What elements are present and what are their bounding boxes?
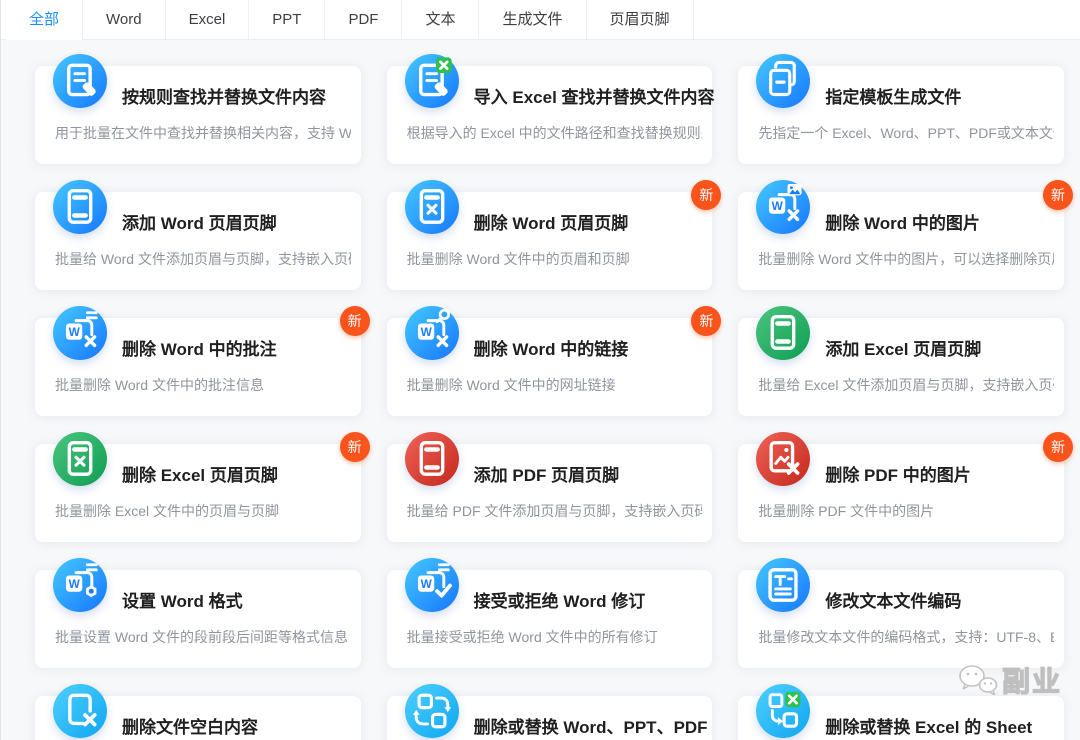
tool-description: 批量修改文本文件的编码格式，支持：UTF-8、BIG xyxy=(758,627,1054,647)
image-x-icon xyxy=(756,432,810,486)
page-header-footer-icon xyxy=(405,432,459,486)
tool-description: 批量删除 Word 文件中的网址链接 xyxy=(407,375,703,395)
tool-description: 批量删除 Word 文件中的批注信息 xyxy=(55,375,351,395)
tool-card[interactable]: 删除文件空白内容 xyxy=(35,696,361,740)
new-badge: 新 xyxy=(691,306,721,336)
tool-title: 删除 Word 页眉页脚 xyxy=(474,209,629,234)
category-tabs: 全部WordExcelPPTPDF文本生成文件页眉页脚 xyxy=(1,0,1080,40)
tool-description: 批量删除 PDF 文件中的图片 xyxy=(758,501,1054,521)
word-comment-x-icon: W xyxy=(53,306,107,360)
tool-card[interactable]: 添加 PDF 页眉页脚批量给 PDF 文件添加页眉与页脚，支持嵌入页码 xyxy=(387,444,713,542)
tool-description: 根据导入的 Excel 中的文件路径和查找替换规则来打 xyxy=(407,123,703,143)
watermark-text: 副业 xyxy=(1002,660,1062,700)
tool-card[interactable]: 添加 Word 页眉页脚批量给 Word 文件添加页眉与页脚，支持嵌入页码 xyxy=(35,192,361,290)
tool-title: 删除 PDF 中的图片 xyxy=(825,461,970,486)
tool-title: 删除文件空白内容 xyxy=(122,713,258,738)
tool-description: 先指定一个 Excel、Word、PPT、PDF或文本文件作 xyxy=(758,123,1054,143)
tool-card[interactable]: 删除 Excel 页眉页脚批量删除 Excel 文件中的页眉与页脚新 xyxy=(35,444,361,542)
category-tab[interactable]: 全部 xyxy=(6,0,83,39)
page-header-footer-icon xyxy=(756,306,810,360)
tool-card[interactable]: 添加 Excel 页眉页脚批量给 Excel 文件添加页眉与页脚，支持嵌入页码 xyxy=(738,318,1064,416)
page-header-footer-x-icon xyxy=(53,432,107,486)
tool-card[interactable]: W删除 Word 中的批注批量删除 Word 文件中的批注信息新 xyxy=(35,318,361,416)
tool-description: 用于批量在文件中查找并替换相关内容，支持 Wor xyxy=(55,123,351,143)
svg-text:W: W xyxy=(420,325,432,339)
doc-x-icon xyxy=(53,684,107,738)
tool-card[interactable]: 导入 Excel 查找并替换文件内容根据导入的 Excel 中的文件路径和查找替… xyxy=(387,66,713,164)
tool-card[interactable]: W 设置 Word 格式批量设置 Word 文件的段前段后间距等格式信息 xyxy=(35,570,361,668)
tool-card[interactable]: 指定模板生成文件先指定一个 Excel、Word、PPT、PDF或文本文件作 xyxy=(738,66,1064,164)
watermark: 副业 xyxy=(957,660,1062,700)
wechat-icon xyxy=(957,663,999,697)
tool-description: 批量删除 Word 文件中的页眉和页脚 xyxy=(407,249,703,269)
category-tab[interactable]: 页眉页脚 xyxy=(587,0,694,39)
category-tab[interactable]: Word xyxy=(83,0,166,39)
tool-description: 批量给 Excel 文件添加页眉与页脚，支持嵌入页码 xyxy=(758,375,1054,395)
tool-card[interactable]: W 接受或拒绝 Word 修订批量接受或拒绝 Word 文件中的所有修订 xyxy=(387,570,713,668)
tool-card[interactable]: 删除或替换 Excel 的 Sheet xyxy=(738,696,1064,740)
word-gear-icon: W xyxy=(53,558,107,612)
tool-card[interactable]: 按规则查找并替换文件内容用于批量在文件中查找并替换相关内容，支持 Wor xyxy=(35,66,361,164)
docs-stack-icon xyxy=(756,54,810,108)
tool-title: 删除 Excel 页眉页脚 xyxy=(122,461,278,486)
tool-title: 添加 PDF 页眉页脚 xyxy=(474,461,619,486)
word-check-icon: W xyxy=(405,558,459,612)
tool-title: 删除 Word 中的链接 xyxy=(474,335,629,360)
tool-description: 批量给 Word 文件添加页眉与页脚，支持嵌入页码 xyxy=(55,249,351,269)
tool-title: 指定模板生成文件 xyxy=(825,83,961,108)
word-image-x-icon: W xyxy=(756,180,810,234)
tool-card[interactable]: W 删除 Word 中的图片批量删除 Word 文件中的图片，可以选择删除页眉新 xyxy=(738,192,1064,290)
excel-sheet-swap-icon xyxy=(756,684,810,738)
svg-text:W: W xyxy=(69,577,81,591)
tool-description: 批量给 PDF 文件添加页眉与页脚，支持嵌入页码 xyxy=(407,501,703,521)
tool-card[interactable]: 删除 Word 页眉页脚批量删除 Word 文件中的页眉和页脚新 xyxy=(387,192,713,290)
tool-title: 导入 Excel 查找并替换文件内容 xyxy=(474,83,715,108)
new-badge: 新 xyxy=(340,306,370,336)
new-badge: 新 xyxy=(1043,180,1073,210)
tool-title: 添加 Word 页眉页脚 xyxy=(122,209,277,234)
category-tab[interactable]: PPT xyxy=(249,0,325,39)
page-header-footer-x-icon xyxy=(405,180,459,234)
tool-title: 删除 Word 中的批注 xyxy=(122,335,277,360)
tool-title: 接受或拒绝 Word 修订 xyxy=(474,587,646,612)
tool-card[interactable]: 删除或替换 Word、PPT、PDF xyxy=(387,696,713,740)
tool-description: 批量删除 Excel 文件中的页眉与页脚 xyxy=(55,501,351,521)
category-tab[interactable]: 文本 xyxy=(402,0,479,39)
tool-card[interactable]: W 删除 Word 中的链接批量删除 Word 文件中的网址链接新 xyxy=(387,318,713,416)
tool-description: 批量删除 Word 文件中的图片，可以选择删除页眉 xyxy=(758,249,1054,269)
svg-text:W: W xyxy=(772,199,784,213)
tool-card[interactable]: 删除 PDF 中的图片批量删除 PDF 文件中的图片新 xyxy=(738,444,1064,542)
new-badge: 新 xyxy=(340,432,370,462)
word-link-x-icon: W xyxy=(405,306,459,360)
tool-title: 按规则查找并替换文件内容 xyxy=(122,83,326,108)
tools-grid: 按规则查找并替换文件内容用于批量在文件中查找并替换相关内容，支持 Wor 导入 … xyxy=(1,40,1080,740)
tool-title: 删除或替换 Excel 的 Sheet xyxy=(825,713,1032,738)
tool-title: 删除或替换 Word、PPT、PDF xyxy=(474,713,708,738)
category-tab[interactable]: 生成文件 xyxy=(479,0,586,39)
tool-title: 设置 Word 格式 xyxy=(122,587,243,612)
page-header-footer-icon xyxy=(53,180,107,234)
category-tab[interactable]: Excel xyxy=(166,0,250,39)
doc-pencil-excel-icon xyxy=(405,54,459,108)
tool-card[interactable]: 修改文本文件编码批量修改文本文件的编码格式，支持：UTF-8、BIG xyxy=(738,570,1064,668)
batch-file-tools-page: 全部WordExcelPPTPDF文本生成文件页眉页脚 按规则查找并替换文件内容… xyxy=(0,0,1080,740)
swap-squares-icon xyxy=(405,684,459,738)
svg-text:W: W xyxy=(69,325,81,339)
tool-title: 修改文本文件编码 xyxy=(825,587,961,612)
new-badge: 新 xyxy=(1043,432,1073,462)
tool-description: 批量设置 Word 文件的段前段后间距等格式信息 xyxy=(55,627,351,647)
category-tab[interactable]: PDF xyxy=(325,0,402,39)
text-doc-icon xyxy=(756,558,810,612)
new-badge: 新 xyxy=(691,180,721,210)
tool-title: 添加 Excel 页眉页脚 xyxy=(825,335,981,360)
doc-pencil-icon xyxy=(53,54,107,108)
svg-text:W: W xyxy=(420,577,432,591)
tool-title: 删除 Word 中的图片 xyxy=(825,209,980,234)
tool-description: 批量接受或拒绝 Word 文件中的所有修订 xyxy=(407,627,703,647)
